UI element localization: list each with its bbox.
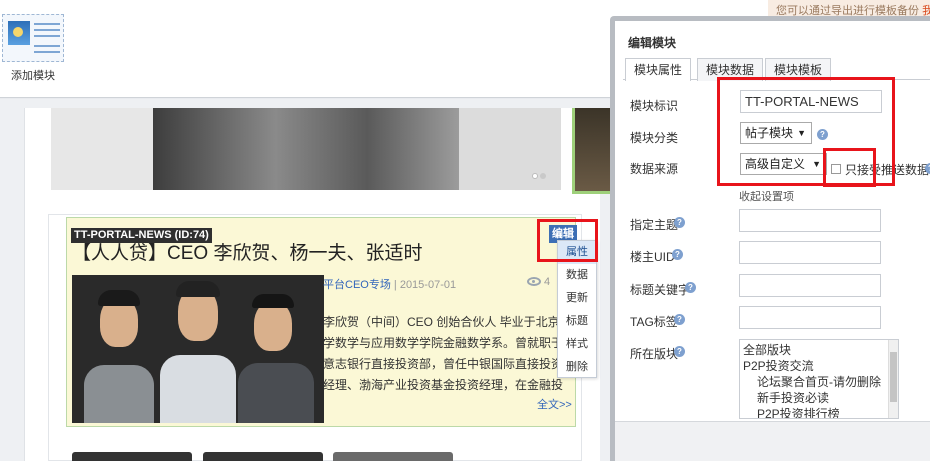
forum-option[interactable]: P2P投资排行榜 [743,406,898,418]
tag-input[interactable] [739,306,881,329]
page-editor: 添加模块 您可以通过导出进行模板备份 我 【人人贷】CEO 李欣贺、杨一夫、张适… [0,0,930,461]
title-keyword-label: 标题关键字 [630,283,691,297]
next-item-thumbnail[interactable] [203,452,323,461]
add-module-label: 添加模块 [11,70,55,82]
tab-module-properties[interactable]: 模块属性 [625,58,692,81]
author-uid-label: 楼主UID [630,250,675,264]
forum-option[interactable]: 全部版块 [743,342,898,358]
topic-label: 指定主题 [630,218,679,232]
forum-option[interactable]: P2P投资交流 [743,358,898,374]
news-summary-line: 经理、渤海产业投资基金投资经理，在金融投 [323,378,563,392]
menu-item-data[interactable]: 数据 [558,264,596,287]
news-summary-line: 意志银行直接投资部，曾任中银国际直接投资 [323,357,563,371]
highlight-push-checkbox [823,148,876,187]
news-photo[interactable] [72,275,324,423]
menu-item-delete[interactable]: 删除 [558,356,596,379]
news-summary-line: 李欣贺（中间）CEO 创始合伙人 毕业于北京 [323,315,560,329]
news-meta: 平台CEO专场 | 2015-07-01 [323,276,456,292]
dialog-title: 编辑模块 [628,36,677,50]
module-id-label: 模块标识 [630,99,679,113]
module-id-badge: TT-PORTAL-NEWS (ID:74) [71,228,212,243]
highlight-edit-button [537,219,598,262]
menu-item-update[interactable]: 更新 [558,287,596,310]
module-category-label: 模块分类 [630,131,679,145]
help-icon[interactable]: ? [674,217,685,228]
eye-icon [527,277,541,286]
forum-option[interactable]: 新手投资必读 [743,390,898,406]
module-thumbnail-icon [2,14,64,62]
add-module-button[interactable]: 添加模块 [0,12,66,82]
author-uid-input[interactable] [739,241,881,264]
forum-option[interactable]: 论坛聚合首页-请勿删除 [743,374,898,390]
view-count: 4 [544,276,551,288]
news-date: | 2015-07-01 [393,279,457,291]
help-icon[interactable]: ? [685,282,696,293]
menu-item-style[interactable]: 样式 [558,333,596,356]
data-source-label: 数据来源 [630,162,679,176]
read-more-link[interactable]: 全文>> [537,396,572,412]
next-item-thumbnail[interactable] [333,452,453,461]
topic-input[interactable] [739,209,881,232]
news-summary-line: 学数学与应用数学学院金融数学系。曾就职于 [323,336,563,350]
side-image [572,108,612,194]
help-icon[interactable]: ? [925,163,930,174]
menu-item-title[interactable]: 标题 [558,310,596,333]
listbox-scrollbar[interactable] [888,340,898,418]
title-keyword-input[interactable] [739,274,881,297]
slideshow-image[interactable] [51,108,561,190]
forum-label: 所在版块 [630,347,679,361]
forum-listbox[interactable]: 全部版块 P2P投资交流 论坛聚合首页-请勿删除 新手投资必读 P2P投资排行榜 [739,339,899,419]
dialog-tabs: 模块属性 模块数据 模块模板 [623,53,930,81]
next-item-thumbnail[interactable] [72,452,192,461]
dialog-footer [615,421,930,461]
tag-label: TAG标签 [630,315,678,329]
help-icon[interactable]: ? [672,249,683,260]
help-icon[interactable]: ? [674,346,685,357]
help-icon[interactable]: ? [674,314,685,325]
slideshow-dots[interactable] [532,168,548,182]
news-summary: 李欣贺（中间）CEO 创始合伙人 毕业于北京 学数学与应用数学学院金融数学系。曾… [323,312,563,396]
news-category-link[interactable]: 平台CEO专场 [323,279,391,291]
collapse-settings-link[interactable]: 收起设置项 [739,188,794,204]
